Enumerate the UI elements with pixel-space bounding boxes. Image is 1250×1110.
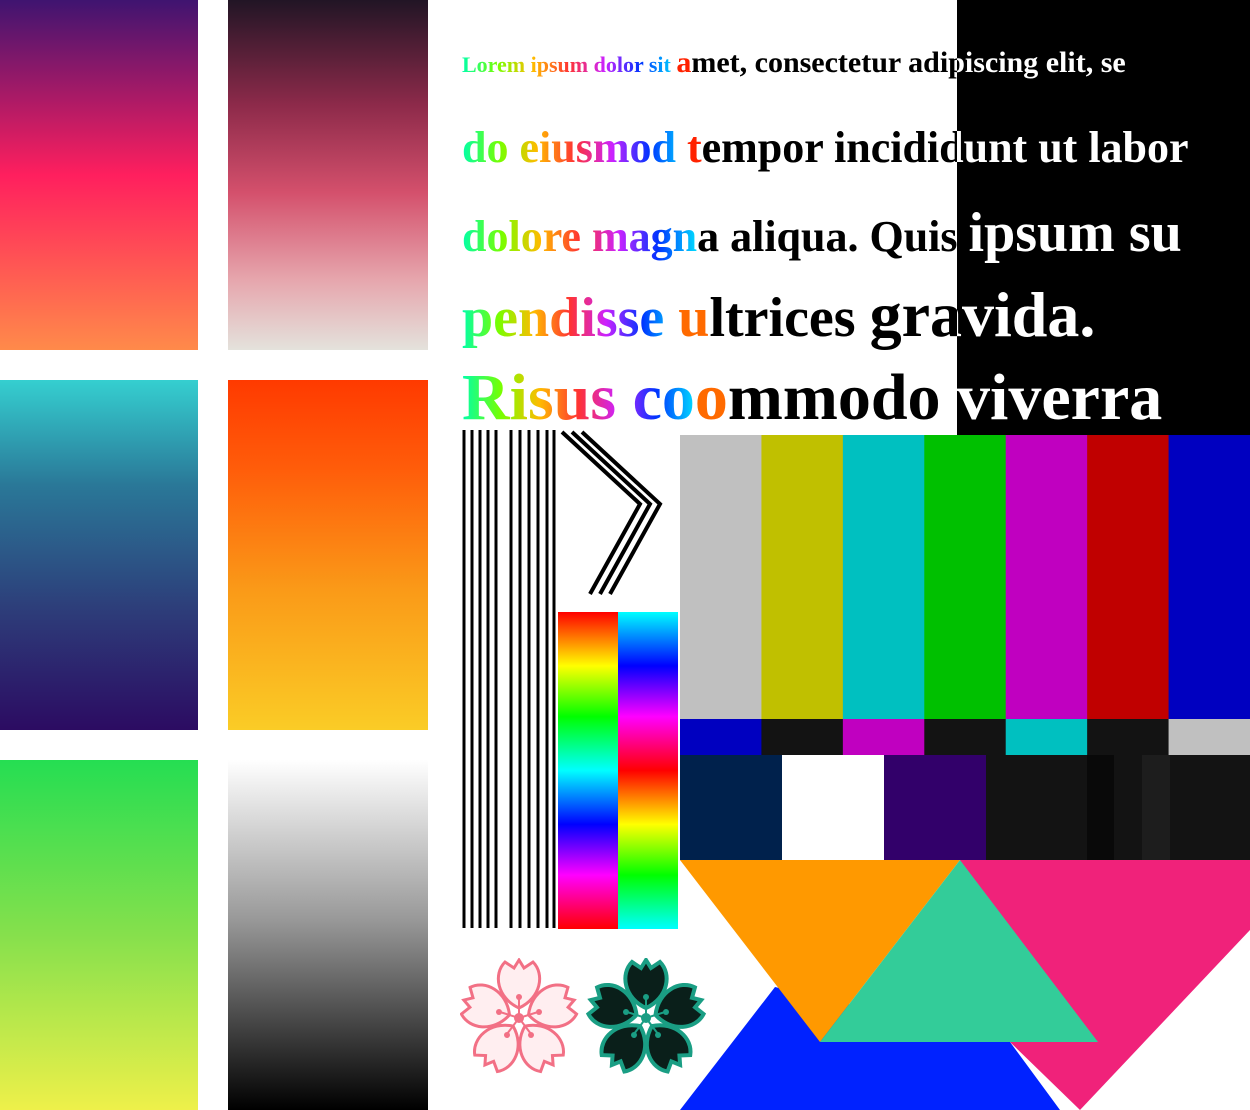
smpte-bottom-bar	[986, 755, 1088, 860]
triangle-graphic	[680, 860, 1250, 1110]
smpte-mid-bar	[1168, 719, 1250, 755]
blossom-outline-icon	[460, 958, 583, 1079]
text-line-1-rainbow: Lorem ipsum dolor sit	[462, 52, 677, 77]
smpte-top-bar	[680, 435, 762, 719]
smpte-mid-bar	[842, 719, 925, 755]
text-line-5-accent: o	[694, 361, 728, 434]
text-line-3-large: ipsum su	[968, 202, 1182, 264]
smpte-mid-bar	[680, 719, 762, 755]
smpte-bottom-bar	[782, 755, 885, 860]
smpte-mid-bar	[1005, 719, 1088, 755]
smpte-mid-bar	[761, 719, 844, 755]
smpte-top-bar	[1087, 435, 1170, 719]
vertical-stripes-left	[462, 430, 498, 928]
text-line-1-accent: a	[676, 46, 692, 79]
smpte-bottom-bar	[1170, 755, 1250, 860]
text-line-1: Lorem ipsum dolor sit amet, consectetur …	[462, 38, 1126, 93]
text-line-3-rainbow: dolore magn	[462, 212, 698, 261]
gradient-swatch-dark-pink-grey	[228, 0, 428, 350]
text-line-4-rainbow: pendisse	[462, 287, 679, 349]
gradient-swatch-purple-pink-orange	[0, 0, 198, 350]
smpte-bottom-bar	[884, 755, 987, 860]
chevron-icon	[560, 430, 663, 595]
blossom-filled-icon	[582, 958, 710, 1077]
smpte-bottom-bar	[1087, 755, 1115, 860]
text-line-4-rest: ltrices	[709, 287, 870, 349]
smpte-top-bar	[761, 435, 844, 719]
spectrum-bar-1	[558, 612, 618, 929]
smpte-top-bar	[1168, 435, 1250, 719]
text-line-1-rest: met, consectetur adipiscing elit, se	[691, 46, 1126, 79]
text-line-2: do eiusmod tempor incididunt ut labor	[462, 118, 1189, 178]
text-line-5-rest: mmodo viverra	[727, 361, 1163, 434]
smpte-bottom-bar	[1142, 755, 1171, 860]
text-line-2-rainbow: do eiusmod	[462, 123, 687, 172]
smpte-mid-bar	[924, 719, 1007, 755]
smpte-top-bar	[1005, 435, 1088, 719]
smpte-bottom-bar	[680, 755, 783, 860]
smpte-svg	[680, 435, 1250, 860]
smpte-top-bar	[842, 435, 925, 719]
gradient-swatch-green-yellow	[0, 760, 198, 1110]
text-line-5: Risus coommodo viverra	[462, 358, 1162, 438]
spectrum-bar-2	[618, 612, 678, 929]
smpte-mid-bar	[1087, 719, 1170, 755]
text-line-2-accent: t	[686, 123, 702, 172]
gradient-swatch-white-black	[228, 760, 428, 1110]
smpte-top-bar	[924, 435, 1007, 719]
text-line-3-rest: a aliqua. Quis	[697, 212, 969, 261]
text-line-4-accent: u	[678, 287, 710, 349]
gradient-swatch-cyan-navy	[0, 380, 198, 730]
smpte-color-bars	[680, 435, 1250, 860]
text-line-4: pendisse ultrices gravida.	[462, 280, 1095, 353]
text-line-5-rainbow: Risus co	[462, 361, 695, 434]
smpte-bottom-bar	[1114, 755, 1143, 860]
text-line-3: dolore magna aliqua. Quis ipsum su	[462, 198, 1182, 272]
vertical-stripes-right	[509, 430, 556, 928]
gradient-swatch-red-yellow	[228, 380, 428, 730]
text-line-4-large: gravida.	[869, 279, 1096, 350]
blossom-graphic	[460, 958, 710, 1080]
text-line-2-rest: empor incididunt ut labor	[701, 123, 1189, 172]
